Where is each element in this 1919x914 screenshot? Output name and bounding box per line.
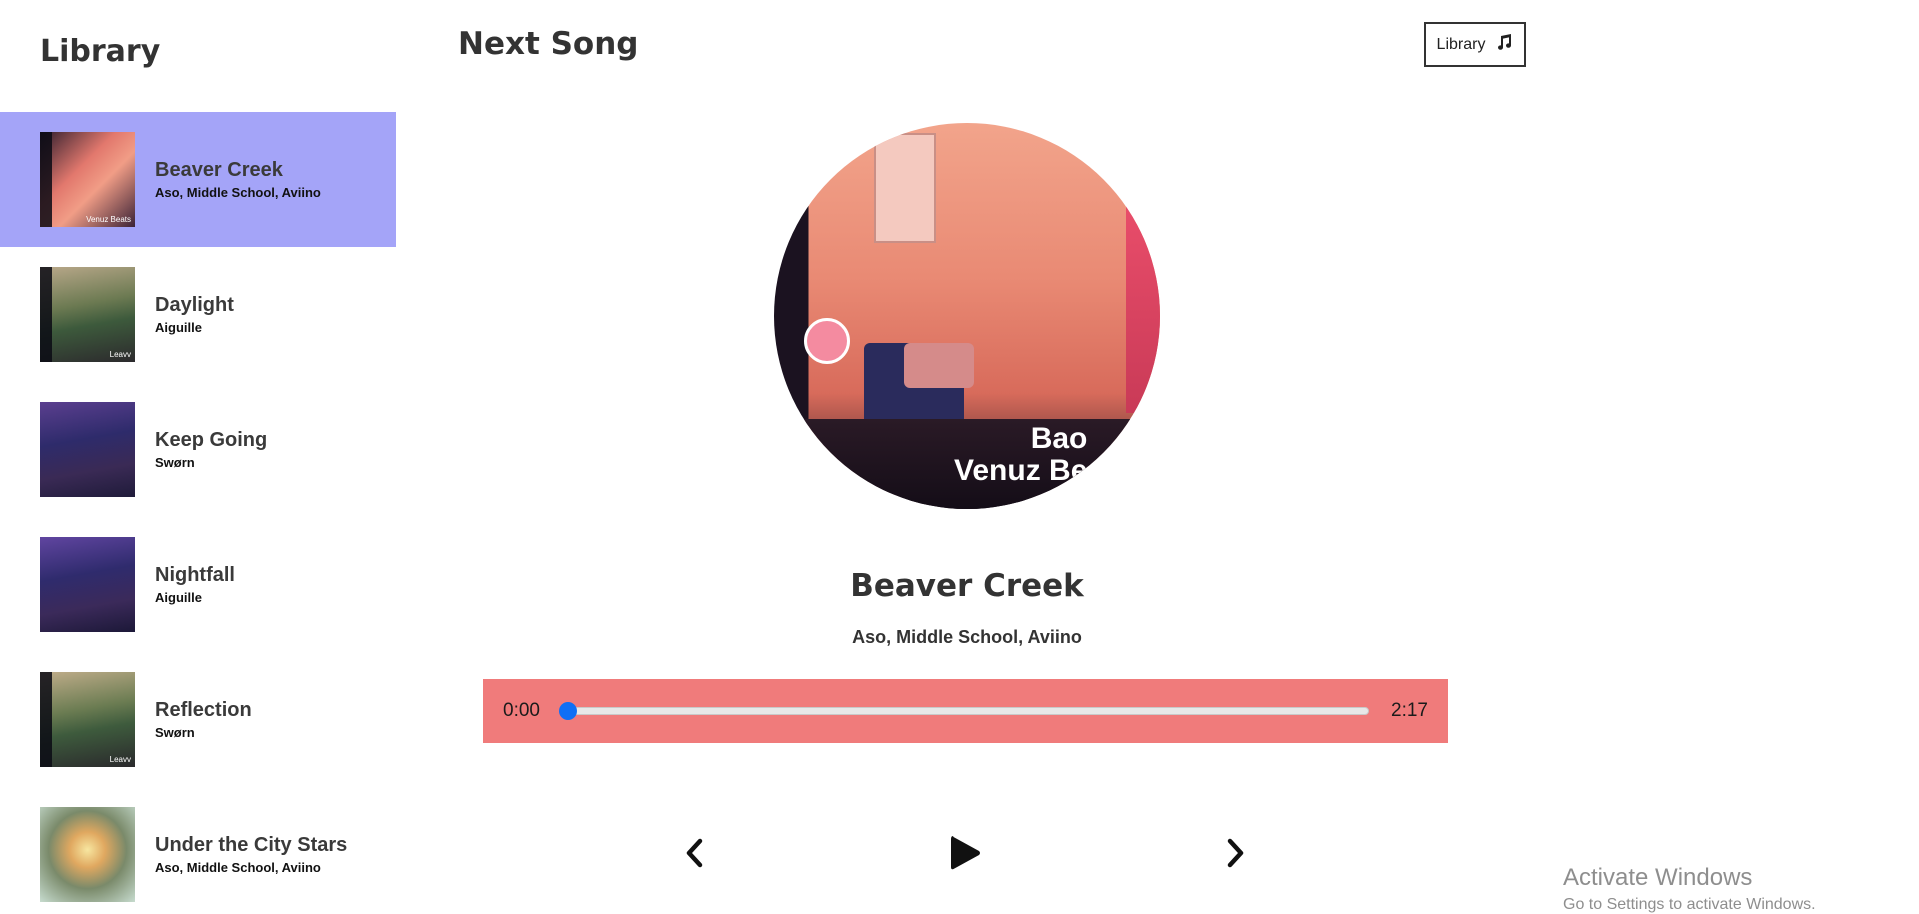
art-sticker [804,318,850,364]
song-title: Daylight [155,294,234,316]
art-label-line2: Venuz Be [954,453,1088,487]
art-boombox [904,343,974,388]
seek-slider[interactable] [558,702,1370,720]
music-note-icon [1495,33,1513,56]
previous-button[interactable] [665,825,725,885]
art-label-line1: Bao [1030,422,1088,455]
current-time: 0:00 [503,700,540,721]
song-title: Keep Going [155,429,268,451]
album-cover: Leavv [40,672,135,767]
seek-slider-thumb[interactable] [558,702,577,720]
song-title: Reflection [155,699,252,721]
watermark-title: Activate Windows [1563,864,1753,891]
cover-spine [40,132,52,227]
art-window [1126,183,1160,413]
art-poster [874,133,936,243]
now-playing-title: Beaver Creek [850,568,1084,604]
song-item-beaver-creek[interactable]: Venuz Beats Beaver Creek Aso, Middle Sch… [0,112,396,247]
album-cover: Venuz Beats [40,132,135,227]
song-artist: Swørn [155,455,195,470]
cover-tag: Venuz Beats [86,215,131,224]
library-sidebar: Library Venuz Beats Beaver Creek Aso, Mi… [0,0,396,914]
cover-spine [40,267,52,362]
cover-tag: Leavv [109,350,131,359]
song-item-nightfall[interactable]: Nightfall Aiguille [0,517,396,652]
windows-activation-watermark: Activate Windows Go to Settings to activ… [1563,864,1816,914]
progress-panel: 0:00 2:17 [483,679,1448,743]
song-artist: Aso, Middle School, Aviino [155,185,321,200]
song-list: Venuz Beats Beaver Creek Aso, Middle Sch… [0,112,396,914]
duration-time: 2:17 [1391,700,1428,721]
library-toggle-button[interactable]: Library [1424,22,1526,67]
song-item-keep-going[interactable]: Keep Going Swørn [0,382,396,517]
chevron-left-icon [680,836,710,874]
song-artist: Swørn [155,725,195,740]
album-cover [40,537,135,632]
watermark-subtitle: Go to Settings to activate Windows. [1563,896,1816,913]
album-art-disc: Bao Venuz Be [774,123,1160,509]
song-item-daylight[interactable]: Leavv Daylight Aiguille [0,247,396,382]
album-cover: Leavv [40,267,135,362]
now-playing-artist: Aso, Middle School, Aviino [852,627,1082,647]
chevron-right-icon [1220,836,1250,874]
song-artist: Aiguille [155,320,202,335]
library-title: Library [40,34,161,69]
play-button[interactable] [935,825,995,885]
cover-spine [40,672,52,767]
song-artist: Aiguille [155,590,202,605]
album-cover [40,402,135,497]
library-button-label: Library [1436,35,1486,53]
art-label: Bao Venuz Be [954,423,1087,486]
song-item-reflection[interactable]: Leavv Reflection Swørn [0,652,396,787]
play-icon [947,833,983,877]
song-title: Beaver Creek [155,159,283,181]
cover-tag: Leavv [109,755,131,764]
next-button[interactable] [1205,825,1265,885]
song-title: Nightfall [155,564,235,586]
page-title: Next Song [458,26,639,62]
